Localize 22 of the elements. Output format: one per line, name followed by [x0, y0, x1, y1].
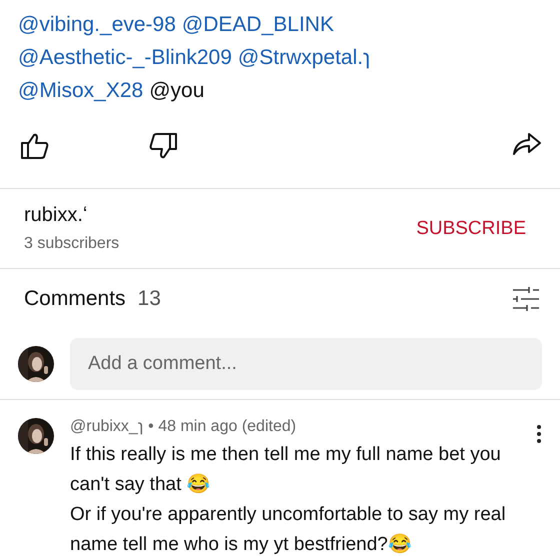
comment-text: If this really is me then tell me my full name bet you can't say that 😂 Or if you're apparently uncomfortable to say my real name tell me who is my yt bestfriend?😂	[70, 443, 507, 557]
subscriber-count: 3 subscribers	[24, 235, 120, 253]
comment-field[interactable]: Add a comment...	[70, 338, 542, 390]
mention-text: @you	[149, 78, 204, 104]
comment-meta: • 48 min ago (edited)	[148, 418, 296, 436]
mention-link[interactable]: @Strwxpetal.ɿ	[238, 41, 370, 74]
mention-link[interactable]: @Misox_X28	[18, 74, 144, 107]
avatar	[18, 346, 54, 382]
subscribe-button[interactable]: SUBSCRIBE	[416, 214, 526, 244]
comment-author[interactable]: @rubixx_ɿ	[70, 418, 144, 436]
mention-link[interactable]: @DEAD_BLINK	[182, 8, 334, 41]
more-icon[interactable]	[536, 424, 542, 444]
comment-count: 13	[138, 287, 162, 311]
channel-name[interactable]: rubixx.ʻ	[24, 204, 416, 227]
avatar	[18, 418, 54, 454]
mention-link[interactable]: @vibing._eve-98	[18, 8, 176, 41]
sort-icon[interactable]	[512, 286, 540, 312]
comments-title: Comments	[24, 287, 126, 311]
share-icon[interactable]	[512, 130, 542, 156]
mention-link[interactable]: @Aesthetic-_-Blink209	[18, 41, 232, 74]
thumbs-down-icon[interactable]	[148, 132, 178, 160]
thumbs-up-icon[interactable]	[20, 132, 50, 160]
